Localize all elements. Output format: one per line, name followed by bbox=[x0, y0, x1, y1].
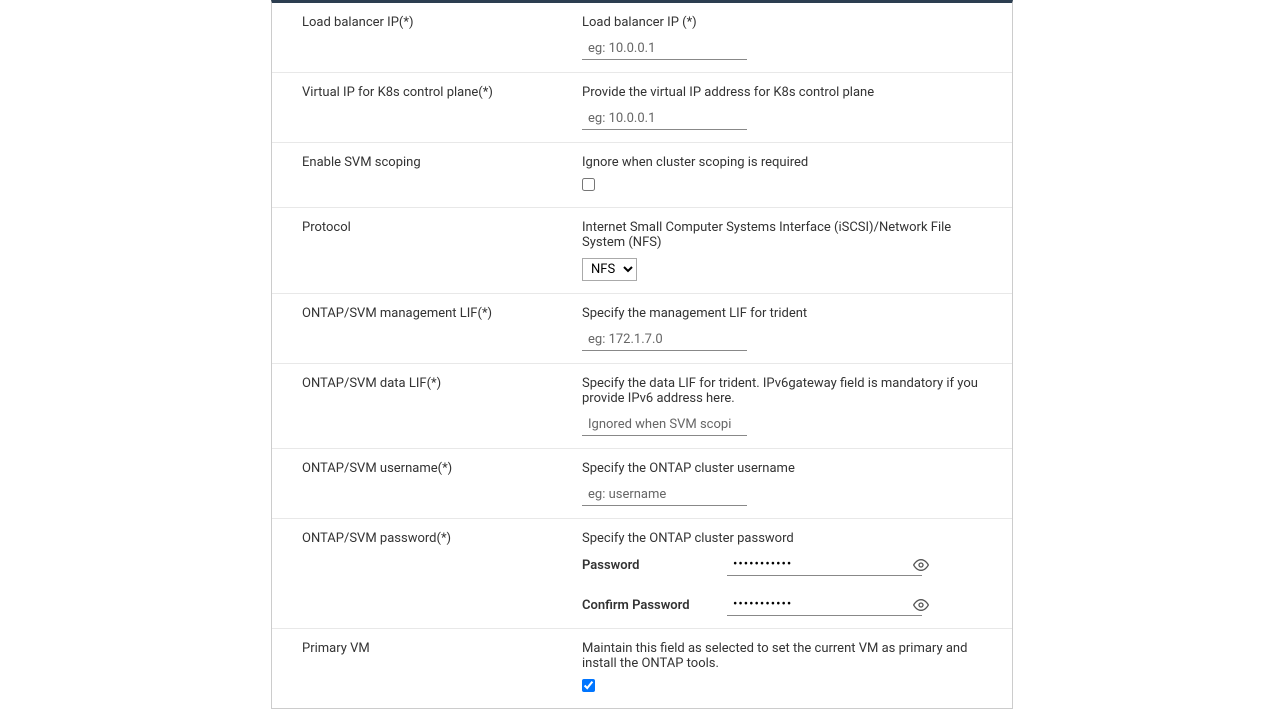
row-mgmt-lif: ONTAP/SVM management LIF(*) Specify the … bbox=[272, 294, 1012, 364]
row-virtual-ip: Virtual IP for K8s control plane(*) Prov… bbox=[272, 73, 1012, 143]
label-data-lif: ONTAP/SVM data LIF(*) bbox=[302, 376, 582, 391]
eye-icon[interactable] bbox=[913, 597, 929, 613]
desc-primary-vm: Maintain this field as selected to set t… bbox=[582, 641, 982, 671]
input-virtual-ip[interactable] bbox=[582, 108, 747, 130]
checkbox-primary-vm[interactable] bbox=[582, 679, 595, 692]
desc-virtual-ip: Provide the virtual IP address for K8s c… bbox=[582, 85, 982, 100]
confirm-password-sublabel: Confirm Password bbox=[582, 598, 712, 613]
desc-data-lif: Specify the data LIF for trident. IPv6ga… bbox=[582, 376, 982, 406]
input-data-lif[interactable] bbox=[582, 414, 747, 436]
desc-mgmt-lif: Specify the management LIF for trident bbox=[582, 306, 982, 321]
label-primary-vm: Primary VM bbox=[302, 641, 582, 656]
label-load-balancer: Load balancer IP(*) bbox=[302, 15, 582, 30]
row-svm-scoping: Enable SVM scoping Ignore when cluster s… bbox=[272, 143, 1012, 208]
row-password: ONTAP/SVM password(*) Specify the ONTAP … bbox=[272, 519, 1012, 629]
input-load-balancer[interactable] bbox=[582, 38, 747, 60]
row-load-balancer: Load balancer IP(*) Load balancer IP (*) bbox=[272, 3, 1012, 73]
label-mgmt-lif: ONTAP/SVM management LIF(*) bbox=[302, 306, 582, 321]
label-password: ONTAP/SVM password(*) bbox=[302, 531, 582, 546]
row-username: ONTAP/SVM username(*) Specify the ONTAP … bbox=[272, 449, 1012, 519]
row-primary-vm: Primary VM Maintain this field as select… bbox=[272, 629, 1012, 708]
password-field-row: Password bbox=[582, 554, 982, 576]
input-confirm-password[interactable] bbox=[727, 594, 905, 615]
eye-icon[interactable] bbox=[913, 557, 929, 573]
confirm-password-field-row: Confirm Password bbox=[582, 594, 982, 616]
desc-svm-scoping: Ignore when cluster scoping is required bbox=[582, 155, 982, 170]
label-svm-scoping: Enable SVM scoping bbox=[302, 155, 582, 170]
label-protocol: Protocol bbox=[302, 220, 582, 235]
input-mgmt-lif[interactable] bbox=[582, 329, 747, 351]
desc-username: Specify the ONTAP cluster username bbox=[582, 461, 982, 476]
form-container: Load balancer IP(*) Load balancer IP (*)… bbox=[271, 0, 1013, 709]
checkbox-svm-scoping[interactable] bbox=[582, 178, 595, 191]
password-sublabel: Password bbox=[582, 558, 712, 573]
input-password[interactable] bbox=[727, 554, 905, 575]
row-data-lif: ONTAP/SVM data LIF(*) Specify the data L… bbox=[272, 364, 1012, 449]
label-virtual-ip: Virtual IP for K8s control plane(*) bbox=[302, 85, 582, 100]
row-protocol: Protocol Internet Small Computer Systems… bbox=[272, 208, 1012, 294]
desc-protocol: Internet Small Computer Systems Interfac… bbox=[582, 220, 982, 250]
label-username: ONTAP/SVM username(*) bbox=[302, 461, 582, 476]
desc-password: Specify the ONTAP cluster password bbox=[582, 531, 982, 546]
input-username[interactable] bbox=[582, 484, 747, 506]
desc-load-balancer: Load balancer IP (*) bbox=[582, 15, 982, 30]
select-protocol[interactable]: NFS bbox=[582, 258, 637, 281]
